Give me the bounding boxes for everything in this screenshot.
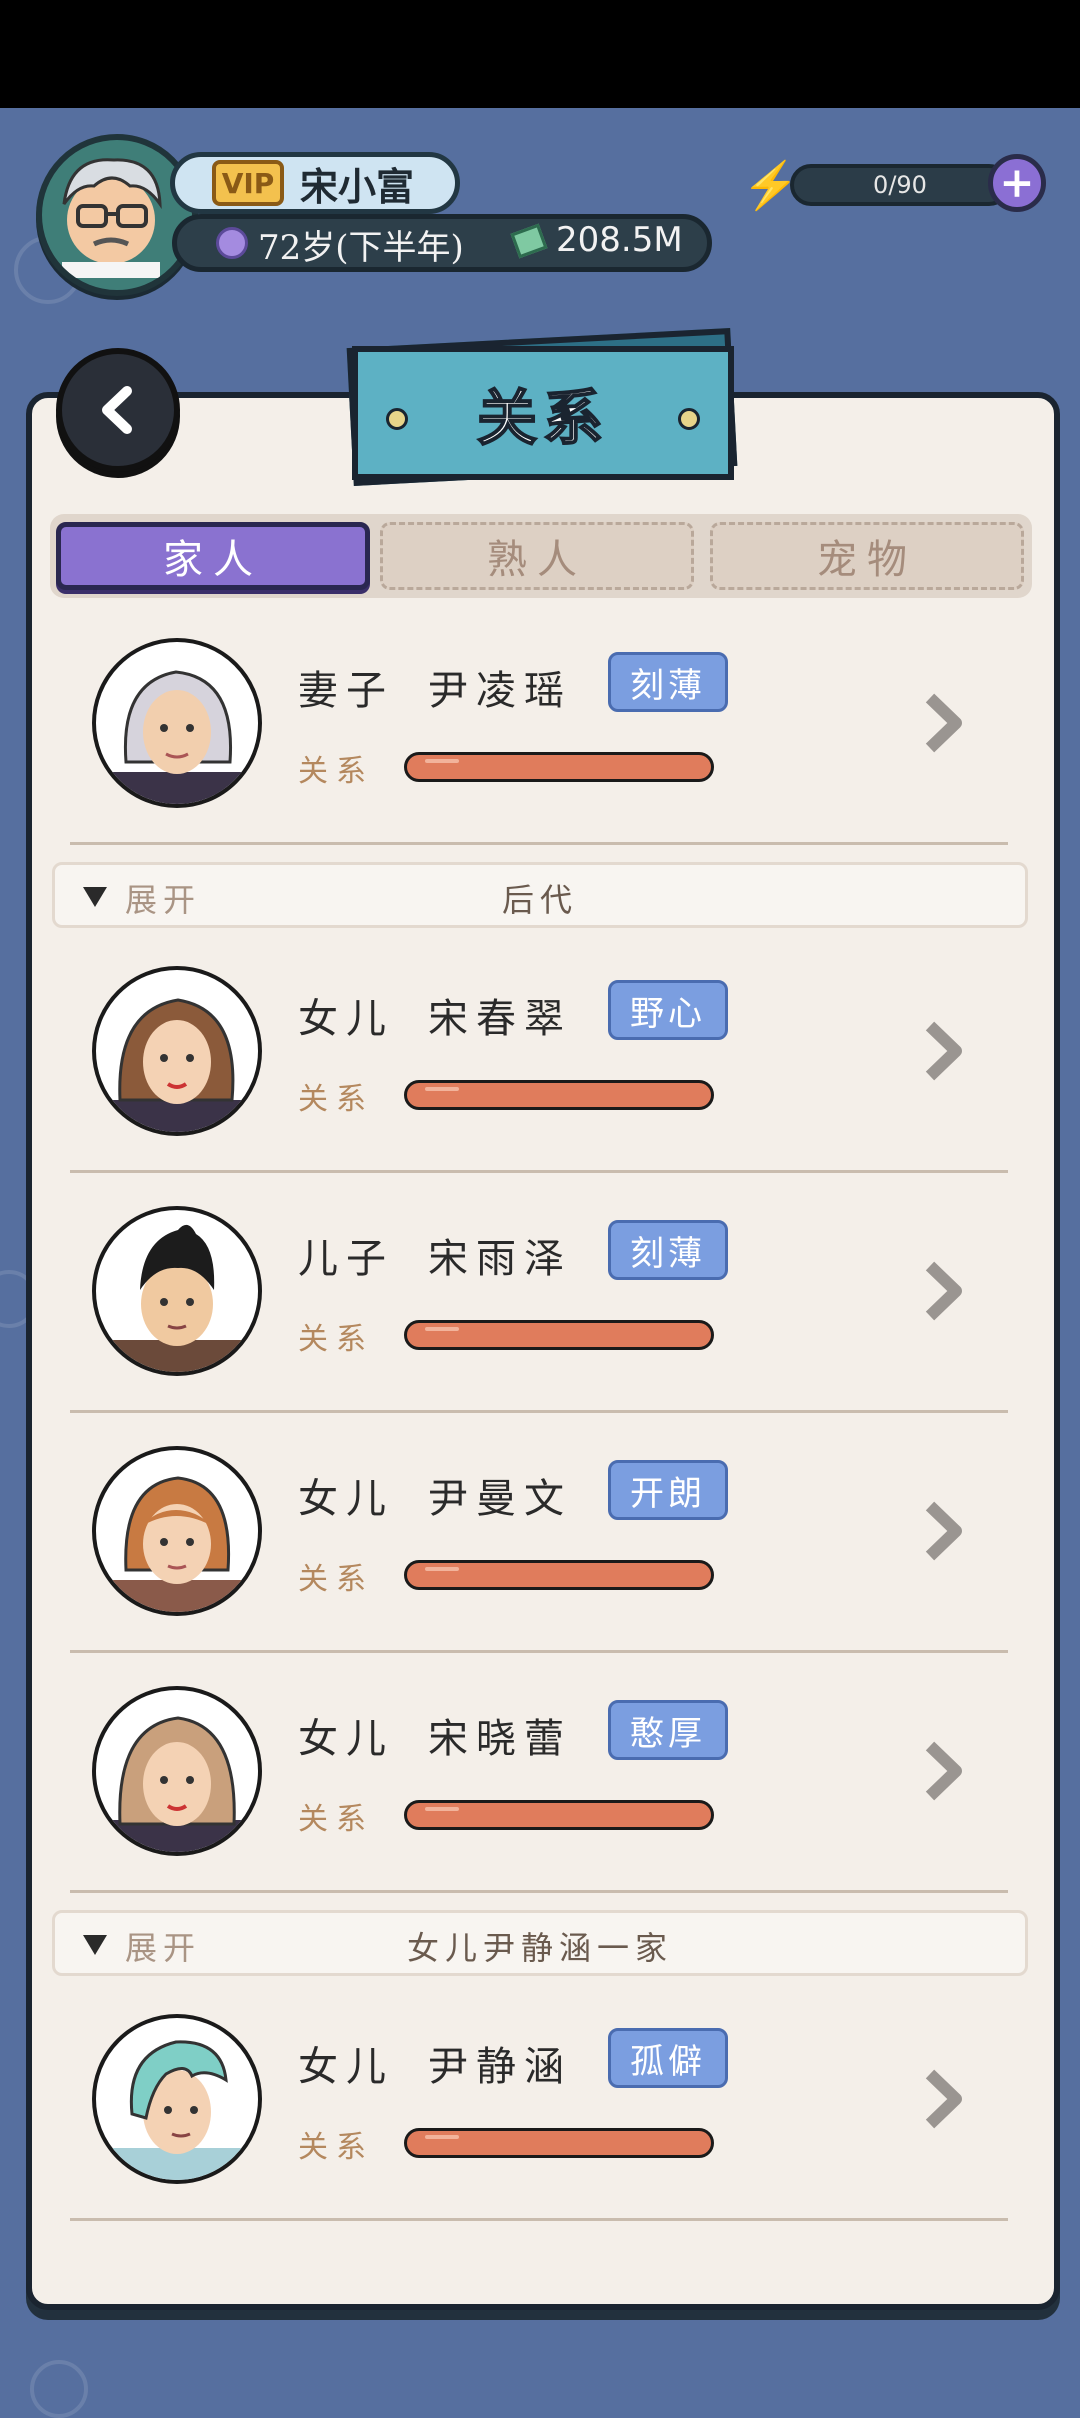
energy-value: 0/90	[873, 171, 927, 199]
chevron-right-icon[interactable]	[912, 1016, 972, 1086]
divider	[70, 1650, 1008, 1653]
avatar	[92, 638, 262, 808]
background-doodle	[30, 2360, 88, 2418]
list-item[interactable]: 女儿 尹曼文 开朗 关系	[60, 1436, 1020, 1636]
clock-icon	[216, 227, 248, 259]
player-name: 宋小富	[300, 164, 415, 209]
relationship-bar	[404, 752, 714, 782]
person-name: 宋春翠	[428, 996, 572, 1042]
tab-acquaintances[interactable]: 熟人	[380, 522, 694, 590]
banner-pin	[678, 408, 700, 430]
player-money: 208.5M	[556, 220, 683, 260]
relationship-label: 关系	[298, 1562, 374, 1597]
banner-pin	[386, 408, 408, 430]
divider	[70, 1170, 1008, 1173]
trait-badge[interactable]: 开朗	[608, 1460, 728, 1520]
section-title: 后代	[501, 881, 578, 919]
title-banner: 关系	[352, 346, 734, 480]
trait-badge[interactable]: 刻薄	[608, 652, 728, 712]
relation-label: 女儿	[298, 1716, 394, 1762]
relation-label: 妻子	[298, 668, 394, 714]
trait-badge[interactable]: 憨厚	[608, 1700, 728, 1760]
list-item[interactable]: 女儿 尹静涵 孤僻 关系	[60, 2004, 1020, 2204]
player-avatar[interactable]	[36, 134, 198, 296]
avatar-portrait	[96, 998, 258, 1132]
list-item[interactable]: 女儿 宋晓蕾 憨厚 关系	[60, 1676, 1020, 1876]
divider	[70, 2218, 1008, 2221]
player-avatar-portrait	[62, 158, 162, 282]
relationship-label: 关系	[298, 1802, 374, 1837]
avatar-portrait	[96, 670, 258, 804]
add-energy-button[interactable]: +	[988, 154, 1046, 212]
vip-badge[interactable]: VIP	[212, 160, 284, 206]
chevron-right-icon[interactable]	[912, 1736, 972, 1806]
list-item[interactable]: 女儿 宋春翠 野心 关系	[60, 956, 1020, 1156]
relationship-label: 关系	[298, 1322, 374, 1357]
spouse-row[interactable]: 妻子 尹凌瑶 刻薄 关系	[60, 628, 1020, 828]
relationship-label: 关系	[298, 2130, 374, 2165]
relationship-label: 关系	[298, 1082, 374, 1117]
section-header-descendants[interactable]: 展开 后代	[52, 862, 1028, 928]
divider	[70, 1890, 1008, 1893]
list-item[interactable]: 儿子 宋雨泽 刻薄 关系	[60, 1196, 1020, 1396]
relationship-bar	[404, 1320, 714, 1350]
relationship-label: 关系	[298, 754, 374, 789]
trait-badge[interactable]: 刻薄	[608, 1220, 728, 1280]
relation-label: 女儿	[298, 1476, 394, 1522]
section-header-daughter-family[interactable]: 展开 女儿尹静涵一家	[52, 1910, 1028, 1976]
avatar	[92, 1446, 262, 1616]
tab-bar: 家人 熟人 宠物	[50, 514, 1032, 598]
tab-family[interactable]: 家人	[56, 522, 370, 590]
trait-badge[interactable]: 孤僻	[608, 2028, 728, 2088]
relationship-bar	[404, 2128, 714, 2158]
person-name: 宋晓蕾	[428, 1716, 572, 1762]
person-name: 宋雨泽	[428, 1236, 572, 1282]
energy-bar: 0/90	[790, 164, 1010, 206]
avatar-portrait	[96, 1476, 258, 1612]
chevron-right-icon[interactable]	[912, 1496, 972, 1566]
avatar	[92, 1686, 262, 1856]
avatar-portrait	[96, 1716, 258, 1852]
back-button[interactable]	[56, 348, 180, 472]
relationship-bar	[404, 1800, 714, 1830]
status-bar	[0, 0, 1080, 108]
relationship-bar	[404, 1080, 714, 1110]
relation-label: 儿子	[298, 1236, 394, 1282]
person-name: 尹凌瑶	[428, 668, 572, 714]
chevron-right-icon[interactable]	[912, 688, 972, 758]
avatar-portrait	[96, 1224, 258, 1372]
tab-pets[interactable]: 宠物	[710, 522, 1024, 590]
relationship-bar	[404, 1560, 714, 1590]
player-age: 72岁(下半年)	[258, 228, 464, 268]
trait-badge[interactable]: 野心	[608, 980, 728, 1040]
divider	[70, 842, 1008, 845]
person-name: 尹曼文	[428, 1476, 572, 1522]
relation-label: 女儿	[298, 996, 394, 1042]
avatar-portrait	[96, 2040, 258, 2180]
section-title: 女儿尹静涵一家	[406, 1929, 673, 1967]
page-title: 关系	[476, 383, 609, 455]
avatar	[92, 966, 262, 1136]
avatar	[92, 2014, 262, 2184]
avatar	[92, 1206, 262, 1376]
person-name: 尹静涵	[428, 2044, 572, 2090]
back-arrow-icon	[102, 386, 132, 434]
chevron-right-icon[interactable]	[912, 1256, 972, 1326]
chevron-right-icon[interactable]	[912, 2064, 972, 2134]
divider	[70, 1410, 1008, 1413]
relation-label: 女儿	[298, 2044, 394, 2090]
